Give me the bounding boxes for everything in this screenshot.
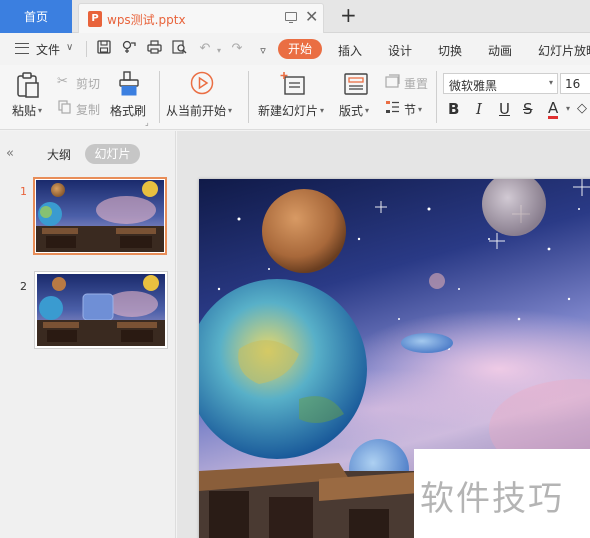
slide-thumbnail-2[interactable] — [34, 271, 168, 349]
strikethrough-button[interactable]: S — [523, 100, 533, 118]
ribbon-tab-transitions[interactable]: 切换 — [438, 42, 462, 59]
undo-dropdown-icon[interactable]: ▾ — [210, 42, 228, 60]
new-slide-icon[interactable] — [280, 71, 306, 100]
tab-slides[interactable]: 幻灯片 — [85, 144, 140, 164]
cut-icon: ✂ — [57, 74, 68, 89]
layout-label: 版式 — [339, 104, 364, 118]
ribbon-tab-animation[interactable]: 动画 — [488, 42, 512, 59]
ribbon-tab-slideshow[interactable]: 幻灯片放映 — [538, 42, 590, 59]
clear-format-icon[interactable]: ◇ — [577, 101, 587, 116]
menu-bar: 文件 ∨ ↶ ▾ ↷ ▿ 开始 插入 设计 切换 动画 幻灯片放映 — [0, 33, 590, 65]
bold-button[interactable]: B — [448, 100, 459, 118]
customize-toolbar-icon[interactable]: ▿ — [254, 42, 272, 60]
slide-thumbnail-1[interactable] — [33, 177, 167, 255]
print-preview-icon[interactable] — [170, 40, 188, 58]
layout-icon[interactable] — [344, 73, 368, 98]
paste-button[interactable]: 粘贴 ▾ — [12, 102, 42, 119]
collapse-pane-icon[interactable]: « — [6, 146, 14, 161]
tab-outline[interactable]: 大纲 — [47, 146, 71, 163]
slide-navigation-pane: « 大纲 幻灯片 1 2 — [0, 131, 176, 538]
chevron-down-icon[interactable]: ∨ — [66, 42, 73, 53]
chevron-down-icon: ▾ — [548, 78, 553, 87]
section-icon[interactable] — [385, 100, 400, 117]
save-icon[interactable] — [95, 40, 113, 58]
ribbon-home: 粘贴 ▾ ✂ 剪切 复制 格式刷 ⌟ 从当前开始 ▾ 新建幻灯片 ▾ 版式 ▾ 重置 — [0, 65, 590, 130]
play-from-current-button[interactable]: 从当前开始 ▾ — [166, 102, 232, 119]
play-from-current-icon[interactable] — [190, 71, 214, 98]
layout-button[interactable]: 版式 ▾ — [339, 102, 369, 119]
font-size-select[interactable]: 16 — [560, 73, 590, 94]
format-painter-icon[interactable] — [119, 71, 139, 100]
document-title: wps测试.pptx — [107, 13, 186, 27]
monitor-icon[interactable] — [285, 12, 297, 23]
section-button[interactable]: 节 ▾ — [404, 101, 422, 118]
new-slide-label: 新建幻灯片 — [258, 104, 319, 118]
tab-home[interactable]: 首页 — [0, 0, 72, 33]
title-bar: 首页 P wps测试.pptx ✕ + — [0, 0, 590, 33]
close-tab-icon[interactable]: ✕ — [305, 9, 318, 25]
slide-number: 1 — [20, 185, 27, 198]
clipboard-launcher-icon[interactable]: ⌟ — [145, 118, 149, 127]
cut-button[interactable]: 剪切 — [76, 75, 100, 92]
print-icon[interactable] — [145, 40, 163, 58]
slide-number: 2 — [20, 280, 27, 293]
hamburger-menu-icon[interactable] — [15, 43, 29, 54]
section-label: 节 — [404, 103, 417, 117]
separator — [248, 71, 249, 123]
wps-presentation-window: 首页 P wps测试.pptx ✕ + 文件 ∨ ↶ ▾ ↷ ▿ 开始 插入 设… — [0, 0, 590, 538]
format-painter-button[interactable]: 格式刷 — [110, 102, 146, 119]
copy-icon — [58, 100, 71, 117]
ribbon-tab-insert[interactable]: 插入 — [338, 42, 362, 59]
redo-icon[interactable]: ↷ — [228, 40, 246, 58]
font-name-select[interactable]: 微软雅黑 ▾ — [443, 73, 558, 94]
ribbon-tab-design[interactable]: 设计 — [388, 42, 412, 59]
italic-button[interactable]: I — [476, 100, 482, 118]
paste-icon[interactable] — [16, 72, 40, 101]
font-name-value: 微软雅黑 — [449, 79, 498, 93]
reset-button[interactable]: 重置 — [404, 75, 428, 92]
file-menu[interactable]: 文件 — [36, 41, 60, 58]
ribbon-tab-home[interactable]: 开始 — [278, 39, 322, 59]
new-slide-button[interactable]: 新建幻灯片 ▾ — [258, 102, 324, 119]
tab-document[interactable]: P wps测试.pptx ✕ — [78, 3, 324, 33]
copy-button[interactable]: 复制 — [76, 101, 100, 118]
new-tab-button[interactable]: + — [340, 4, 357, 26]
watermark-text: 软件技巧 — [420, 479, 564, 519]
separator — [86, 41, 87, 57]
pptx-file-icon: P — [88, 11, 102, 27]
font-size-value: 16 — [565, 77, 581, 91]
font-color-dropdown-icon[interactable]: ▾ — [566, 104, 570, 113]
output-icon[interactable] — [120, 40, 138, 58]
watermark: 软件技巧 — [414, 449, 590, 538]
separator — [436, 71, 437, 123]
reset-icon — [385, 74, 400, 91]
play-from-current-label: 从当前开始 — [166, 104, 227, 118]
paste-label: 粘贴 — [12, 104, 37, 118]
underline-button[interactable]: U — [499, 100, 510, 118]
separator — [159, 71, 160, 123]
font-color-button[interactable]: A — [548, 100, 559, 119]
